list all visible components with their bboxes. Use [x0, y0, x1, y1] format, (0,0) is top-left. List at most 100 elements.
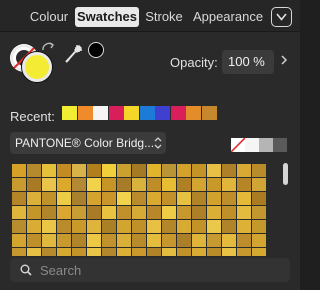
recent-swatch[interactable] [155, 106, 170, 120]
tab-swatches[interactable]: Swatches [75, 7, 139, 27]
swatch-cell[interactable] [12, 164, 26, 177]
swatch-cell[interactable] [162, 248, 176, 256]
swatch-cell[interactable] [72, 220, 86, 233]
swatch-cell[interactable] [42, 220, 56, 233]
swatch-cell[interactable] [27, 248, 41, 256]
swatch-cell[interactable] [252, 192, 266, 205]
swatch-cell[interactable] [222, 234, 236, 247]
recent-swatch[interactable] [186, 106, 201, 120]
swatch-cell[interactable] [162, 192, 176, 205]
swatch-cell[interactable] [192, 192, 206, 205]
swatch-cell[interactable] [162, 164, 176, 177]
swatch-cell[interactable] [132, 248, 146, 256]
swatch-cell[interactable] [117, 206, 131, 219]
swatch-cell[interactable] [42, 178, 56, 191]
recent-swatch[interactable] [77, 106, 93, 120]
swatch-cell[interactable] [222, 220, 236, 233]
recent-swatch[interactable] [124, 106, 139, 120]
swatch-cell[interactable] [87, 206, 101, 219]
recent-swatch[interactable] [139, 106, 155, 120]
recent-swatch[interactable] [201, 106, 217, 120]
swatch-cell[interactable] [117, 248, 131, 256]
swatch-cell[interactable] [117, 192, 131, 205]
fill-colour-swatch[interactable] [22, 52, 52, 82]
search-input[interactable] [40, 260, 280, 280]
swatch-cell[interactable] [162, 178, 176, 191]
swatch-cell[interactable] [237, 164, 251, 177]
swatch-cell[interactable] [192, 164, 206, 177]
swatch-cell[interactable] [12, 192, 26, 205]
swatch-cell[interactable] [87, 248, 101, 256]
swatch-cell[interactable] [222, 178, 236, 191]
swatch-cell[interactable] [162, 206, 176, 219]
swatch-cell[interactable] [162, 220, 176, 233]
swatch-cell[interactable] [177, 178, 191, 191]
tab-appearance[interactable]: Appearance [192, 7, 264, 27]
swatch-cell[interactable] [177, 220, 191, 233]
swatch-cell[interactable] [132, 164, 146, 177]
swatch-cell[interactable] [192, 248, 206, 256]
quick-swatch[interactable] [245, 138, 259, 152]
swatch-cell[interactable] [42, 192, 56, 205]
swatch-cell[interactable] [147, 178, 161, 191]
swatch-cell[interactable] [117, 234, 131, 247]
swatch-cell[interactable] [57, 220, 71, 233]
recent-swatch[interactable] [170, 106, 186, 120]
swatch-cell[interactable] [102, 164, 116, 177]
swatch-cell[interactable] [177, 206, 191, 219]
swatch-cell[interactable] [162, 234, 176, 247]
swap-colours-icon[interactable] [40, 41, 56, 55]
swatch-cell[interactable] [57, 178, 71, 191]
swatch-cell[interactable] [237, 234, 251, 247]
swatch-cell[interactable] [132, 206, 146, 219]
swatch-cell[interactable] [12, 220, 26, 233]
swatch-cell[interactable] [132, 234, 146, 247]
swatch-cell[interactable] [222, 164, 236, 177]
swatch-cell[interactable] [192, 178, 206, 191]
quick-swatch[interactable] [273, 138, 287, 152]
swatch-cell[interactable] [87, 192, 101, 205]
swatch-cell[interactable] [27, 220, 41, 233]
swatch-cell[interactable] [72, 164, 86, 177]
swatch-cell[interactable] [57, 206, 71, 219]
swatch-cell[interactable] [207, 164, 221, 177]
swatch-cell[interactable] [87, 164, 101, 177]
swatch-cell[interactable] [87, 220, 101, 233]
swatch-cell[interactable] [237, 220, 251, 233]
swatch-cell[interactable] [192, 206, 206, 219]
swatch-cell[interactable] [237, 192, 251, 205]
swatch-cell[interactable] [72, 248, 86, 256]
palette-dropdown[interactable]: PANTONE® Color Bridg... [10, 132, 166, 154]
none-swatch[interactable] [230, 137, 246, 153]
tab-colour[interactable]: Colour [27, 7, 71, 27]
swatch-cell[interactable] [12, 248, 26, 256]
swatch-cell[interactable] [222, 248, 236, 256]
swatch-cell[interactable] [27, 192, 41, 205]
swatch-cell[interactable] [207, 234, 221, 247]
swatch-cell[interactable] [252, 206, 266, 219]
swatch-cell[interactable] [132, 220, 146, 233]
swatch-cell[interactable] [207, 178, 221, 191]
swatch-cell[interactable] [117, 164, 131, 177]
recent-swatch[interactable] [62, 106, 77, 120]
swatch-cell[interactable] [117, 178, 131, 191]
tab-stroke[interactable]: Stroke [144, 7, 184, 27]
swatch-cell[interactable] [42, 248, 56, 256]
swatch-cell[interactable] [207, 248, 221, 256]
swatch-cell[interactable] [237, 206, 251, 219]
swatch-cell[interactable] [177, 234, 191, 247]
swatch-cell[interactable] [27, 178, 41, 191]
swatch-cell[interactable] [12, 234, 26, 247]
tabs-overflow-button[interactable] [271, 7, 292, 27]
swatch-cell[interactable] [102, 206, 116, 219]
swatch-cell[interactable] [72, 234, 86, 247]
opacity-field[interactable]: 100 % [222, 50, 274, 74]
swatch-cell[interactable] [147, 248, 161, 256]
swatch-cell[interactable] [252, 220, 266, 233]
swatch-cell[interactable] [207, 192, 221, 205]
swatch-cell[interactable] [252, 234, 266, 247]
swatch-cell[interactable] [252, 178, 266, 191]
swatch-cell[interactable] [57, 164, 71, 177]
swatch-cell[interactable] [102, 220, 116, 233]
swatch-cell[interactable] [177, 192, 191, 205]
